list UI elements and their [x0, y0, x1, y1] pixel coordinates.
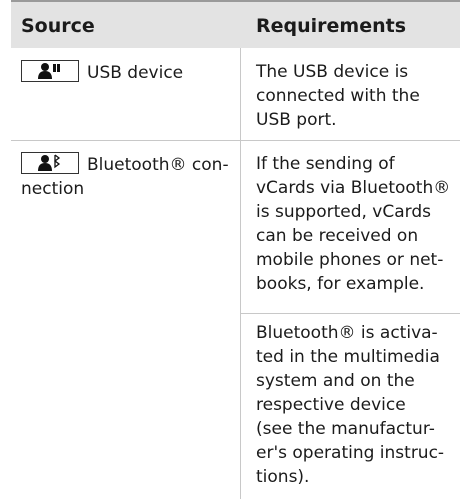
- requirement-usb: The USB device is connected with the USB…: [256, 62, 420, 130]
- info-table: Source Requirements USB device The USB d…: [11, 0, 460, 499]
- header-requirements: Requirements: [256, 15, 407, 37]
- header-source: Source: [21, 15, 95, 37]
- source-label-usb: USB device: [87, 63, 184, 83]
- requirement-bluetooth-2: Bluetooth® is activa- ted in the multime…: [256, 323, 445, 487]
- requirement-bluetooth-1: If the sending of vCards via Bluetooth® …: [256, 154, 451, 294]
- table-row-bluetooth-source: Bluetooth® con- nection: [21, 152, 233, 201]
- usb-device-icon: [21, 60, 79, 82]
- paragraph-divider: [241, 313, 460, 314]
- column-divider: [240, 48, 241, 499]
- table-row-usb-source: USB device: [21, 60, 233, 85]
- table-header: Source Requirements: [11, 0, 460, 48]
- row-divider: [11, 140, 460, 141]
- bluetooth-person-icon: [21, 152, 79, 174]
